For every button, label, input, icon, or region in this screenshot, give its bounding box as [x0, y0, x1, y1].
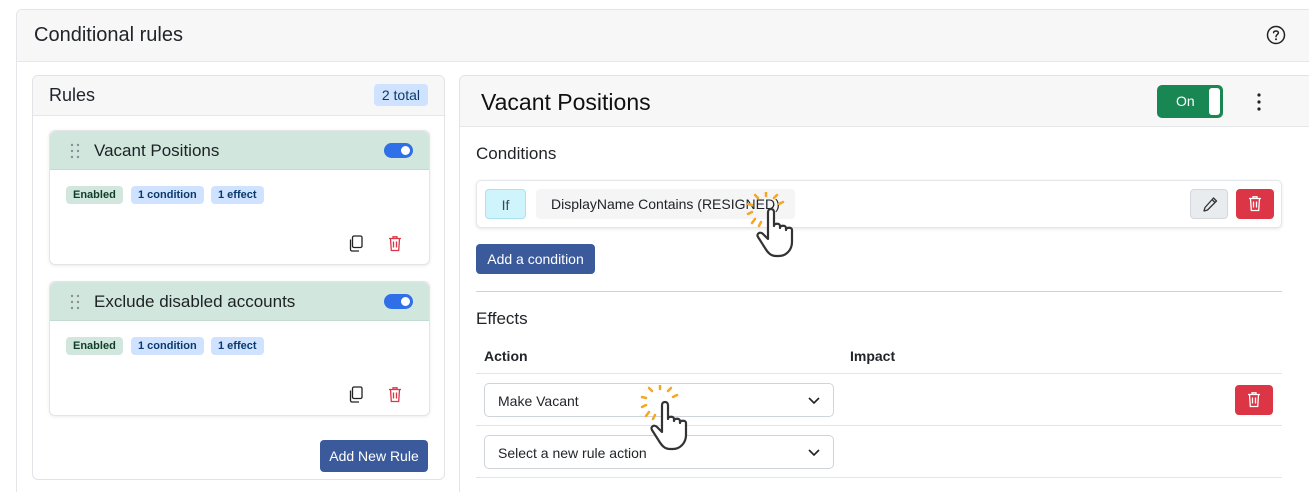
pencil-icon — [1203, 197, 1218, 212]
trash-icon — [1249, 196, 1261, 212]
effects-heading: Effects — [476, 309, 528, 328]
help-icon[interactable] — [1266, 25, 1286, 45]
switch-label: On — [1176, 93, 1195, 109]
copy-icon[interactable] — [348, 235, 364, 252]
rules-title: Rules — [49, 85, 96, 105]
chevron-down-icon — [808, 397, 820, 405]
table-row-divider — [476, 477, 1282, 478]
select-value: Make Vacant — [498, 393, 579, 409]
delete-effect-button[interactable] — [1235, 385, 1273, 415]
rule-enabled-toggle[interactable] — [384, 294, 413, 309]
switch-knob — [1209, 88, 1220, 115]
rule-name: Vacant Positions — [94, 141, 220, 160]
rule-name: Exclude disabled accounts — [94, 292, 296, 311]
rule-detail-header: Vacant Positions On — [460, 76, 1309, 127]
action-column-header: Action — [484, 348, 528, 364]
drag-handle-icon[interactable] — [70, 294, 80, 310]
effect-count-badge: 1 effect — [211, 337, 264, 355]
table-row-divider — [476, 373, 1282, 374]
rule-detail-panel: Vacant Positions On Conditions If Displa… — [459, 75, 1309, 492]
table-row-divider — [476, 425, 1282, 426]
rules-panel-header: Rules 2 total — [33, 76, 444, 116]
select-placeholder: Select a new rule action — [498, 445, 647, 461]
rule-card-header[interactable]: Vacant Positions — [50, 131, 429, 170]
rules-panel: Rules 2 total Vacant Positions Enabled 1… — [32, 75, 445, 480]
impact-column-header: Impact — [850, 348, 896, 364]
status-badge: Enabled — [66, 186, 123, 204]
condition-count-badge: 1 condition — [131, 186, 204, 204]
rule-on-switch[interactable]: On — [1157, 85, 1223, 118]
edit-condition-button[interactable] — [1190, 189, 1228, 219]
copy-icon[interactable] — [348, 386, 364, 403]
if-badge: If — [485, 189, 526, 219]
trash-icon[interactable] — [387, 235, 403, 252]
section-divider — [476, 291, 1282, 292]
rule-detail-title: Vacant Positions — [481, 89, 651, 115]
add-condition-button[interactable]: Add a condition — [476, 244, 595, 274]
chevron-down-icon — [808, 449, 820, 457]
rule-card-vacant-positions[interactable]: Vacant Positions Enabled 1 condition 1 e… — [49, 130, 430, 265]
rule-card-header[interactable]: Exclude disabled accounts — [50, 282, 429, 321]
rule-card-exclude-disabled[interactable]: Exclude disabled accounts Enabled 1 cond… — [49, 281, 430, 416]
condition-count-badge: 1 condition — [131, 337, 204, 355]
status-badge: Enabled — [66, 337, 123, 355]
drag-handle-icon[interactable] — [70, 143, 80, 159]
effect-count-badge: 1 effect — [211, 186, 264, 204]
rule-enabled-toggle[interactable] — [384, 143, 413, 158]
conditions-heading: Conditions — [476, 144, 557, 163]
delete-condition-button[interactable] — [1236, 189, 1274, 219]
kebab-menu-icon[interactable] — [1256, 92, 1262, 112]
total-badge: 2 total — [373, 84, 428, 106]
trash-icon — [1248, 392, 1260, 408]
hand-pointer-cursor-icon — [640, 385, 688, 451]
condition-row: If DisplayName Contains (RESIGNED) — [476, 180, 1282, 228]
hand-pointer-cursor-icon — [746, 192, 794, 258]
card-header: Conditional rules — [17, 10, 1309, 62]
page-title: Conditional rules — [34, 24, 183, 46]
add-new-rule-button[interactable]: Add New Rule — [320, 440, 428, 472]
trash-icon[interactable] — [387, 386, 403, 403]
